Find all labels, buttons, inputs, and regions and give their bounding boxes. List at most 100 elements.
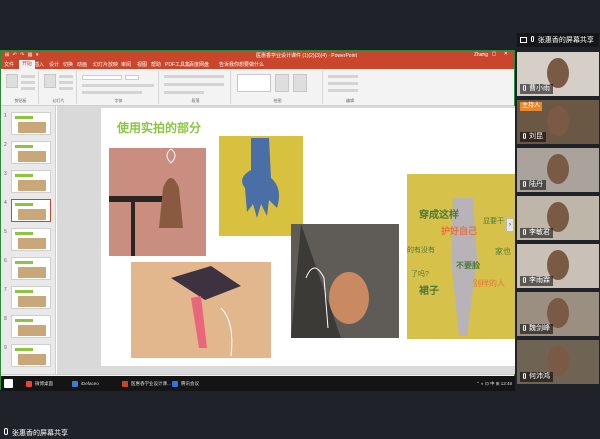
participant-name: 李雨霖 (529, 277, 550, 284)
mic-icon (4, 428, 8, 435)
window-controls[interactable]: – ▢ ✕ (482, 51, 511, 57)
participant-video-tile[interactable]: 李敏君 (517, 196, 599, 240)
windows-taskbar: ⌃ ◐ ⊡ 中 ⊞ 13:48 微博桌面 iDefaceo 医惠香学业设计课... 腾… (1, 376, 516, 391)
slide-thumbnail[interactable]: 4 (4, 199, 51, 222)
taskbar-item-label: 医惠香学业设计课... (131, 381, 171, 386)
participant-name: 陆丹 (529, 181, 543, 188)
mic-icon (523, 133, 526, 139)
ribbon-group-slides: 幻灯片 (41, 71, 77, 104)
slide-thumbnail[interactable]: 6 (4, 257, 51, 280)
system-tray[interactable]: ⌃ ◐ ⊡ 中 ⊞ 13:48 (476, 379, 512, 389)
slide-thumbnail[interactable]: 9 (4, 344, 51, 367)
shapes-gallery[interactable] (237, 74, 271, 92)
slide-thumbnail[interactable]: 3 (4, 170, 51, 193)
participant-video-tile[interactable]: 主持人刘昆 (517, 100, 599, 144)
participant-video-tile[interactable]: 何沛鸿 (517, 340, 599, 384)
tab-0[interactable]: 文件 (4, 61, 14, 68)
slide-canvas: 使用实拍的部分 穿成这样 显要干 护好自己 的有没有 不要脸 家也 了吗? 裙子… (57, 106, 517, 374)
host-badge: 主持人 (520, 102, 543, 111)
tab-10[interactable]: PDF工具集 (165, 61, 190, 68)
tab-6[interactable]: 幻灯片放映 (93, 61, 118, 68)
share-label: 张惠香的屏幕共享 (537, 37, 594, 44)
svg-text:别样的人: 别样的人 (473, 278, 505, 288)
slide-number: 5 (4, 229, 7, 235)
participant-video-tile[interactable]: 曹小雨 (517, 52, 599, 96)
mic-icon (523, 325, 526, 331)
participant-name: 曹小雨 (529, 85, 550, 92)
app-icon (72, 381, 78, 387)
svg-text:了吗?: 了吗? (411, 270, 429, 278)
share-indicator[interactable]: 张惠香的屏幕共享 (517, 33, 599, 47)
ribbon-group-drawing: 绘图 (233, 71, 323, 104)
participant-video-tile[interactable]: 陆丹 (517, 148, 599, 192)
taskbar-item-label: 腾讯会议 (181, 381, 199, 386)
mic-icon (523, 373, 526, 379)
slide-number: 1 (4, 113, 7, 119)
tab-12[interactable]: 告诉我你想要做什么 (219, 61, 264, 68)
taskbar-item[interactable]: 微博桌面 (25, 379, 53, 389)
windows-start-icon[interactable] (4, 379, 13, 388)
participant-video-tile[interactable]: 李雨霖 (517, 244, 599, 288)
mic-icon (523, 277, 526, 283)
tab-5[interactable]: 动画 (77, 61, 87, 68)
slide-thumbnails: 1 2 3 4 5 6 7 8 9 (1, 106, 56, 374)
tab-9[interactable]: 帮助 (151, 61, 161, 68)
tab-2[interactable]: 插入 (34, 61, 44, 68)
quick-styles-icon[interactable] (293, 74, 307, 92)
slide-number: 6 (4, 258, 7, 264)
taskbar-item[interactable]: iDefaceo (71, 379, 99, 389)
participant-name: 李敏君 (529, 229, 550, 236)
tab-3[interactable]: 设计 (49, 61, 59, 68)
svg-text:不要脸: 不要脸 (456, 260, 481, 270)
slide-thumbnail[interactable]: 5 (4, 228, 51, 251)
taskbar-item[interactable]: 腾讯会议 (171, 379, 199, 389)
slide-number: 4 (4, 200, 7, 206)
slide-thumbnail[interactable]: 2 (4, 141, 51, 164)
ribbon-group-font: 字体 (79, 71, 159, 104)
mic-icon (530, 36, 534, 42)
participant-face (547, 106, 569, 136)
participant-name: 刘昆 (529, 133, 543, 140)
participant-name-label: 李敏君 (520, 228, 553, 238)
taskbar-item[interactable]: 医惠香学业设计课... (121, 379, 171, 389)
taskbar-item-label: 微博桌面 (35, 381, 53, 386)
tab-8[interactable]: 视图 (137, 61, 147, 68)
new-slide-icon[interactable] (44, 74, 56, 88)
participant-face (547, 154, 569, 184)
participant-video-tile[interactable]: 魏剑峰 (517, 292, 599, 336)
participant-name-label: 李雨霖 (520, 276, 553, 286)
svg-text:家也: 家也 (495, 246, 511, 256)
app-icon (172, 381, 178, 387)
ribbon-tabs: 文件 开始 插入 设计 切换 动画 幻灯片放映 审阅 视图 帮助 PDF工具集 百度网盘 告诉我你想要做… (1, 60, 514, 69)
participant-name-label: 刘昆 (520, 132, 546, 142)
share-banner: 张惠香的屏幕共享 (0, 425, 600, 439)
tab-1[interactable]: 开始 (19, 60, 36, 69)
mic-icon (523, 85, 526, 91)
slide-number: 8 (4, 316, 7, 322)
participant-name-label: 曹小雨 (520, 84, 553, 94)
svg-text:穿成这样: 穿成这样 (419, 208, 459, 221)
ribbon-group-clipboard: 剪贴板 (3, 71, 39, 104)
quick-access-toolbar[interactable]: ⊞ ↶ ↷ ▤ ▾ (5, 52, 39, 58)
slide-number: 7 (4, 287, 7, 293)
app-icon (26, 381, 32, 387)
window-title: 医惠香学业设计课件 (1)(2)(3)(4) · PowerPoint (256, 53, 357, 59)
svg-text:护好自己: 护好自己 (441, 225, 477, 236)
mic-icon (523, 229, 526, 235)
slide-thumbnail[interactable]: 8 (4, 315, 51, 338)
mic-icon (523, 181, 526, 187)
slide-title: 使用实拍的部分 (116, 120, 201, 135)
share-banner-text: 张惠香的屏幕共享 (12, 430, 68, 437)
tab-7[interactable]: 审阅 (121, 61, 131, 68)
arrange-icon[interactable] (275, 74, 289, 92)
tab-4[interactable]: 切换 (63, 61, 73, 68)
paste-icon[interactable] (6, 74, 18, 88)
slide-thumbnail[interactable]: 1 (4, 112, 51, 135)
tab-11[interactable]: 百度网盘 (189, 61, 209, 68)
slide: 使用实拍的部分 穿成这样 显要干 护好自己 的有没有 不要脸 家也 了吗? 裙子… (101, 108, 517, 366)
screen-share-icon (520, 37, 527, 43)
slide-scroll-arrow[interactable]: › (506, 218, 514, 232)
slide-thumbnail[interactable]: 7 (4, 286, 51, 309)
participant-name-label: 何沛鸿 (520, 372, 553, 382)
ribbon: 剪贴板 幻灯片 字体 段落 绘图 编辑 (1, 69, 514, 106)
